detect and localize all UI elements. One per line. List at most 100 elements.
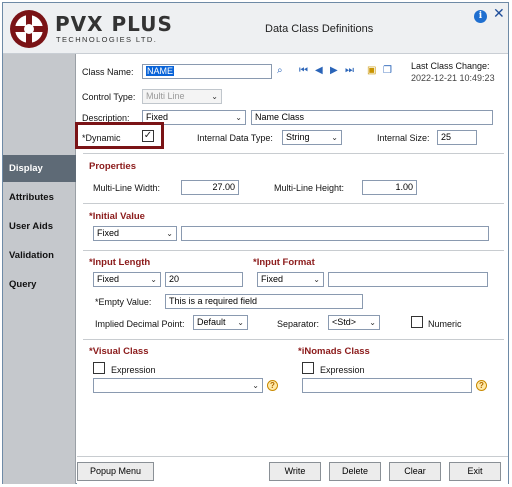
multi-line-width-value: 27.00 xyxy=(212,182,235,192)
header: PVX PLUS TECHNOLOGIES LTD. Data Class De… xyxy=(3,3,508,54)
input-length-mode: Fixed xyxy=(97,274,120,284)
visual-class-select[interactable]: ⌄ xyxy=(93,378,263,393)
input-format-input[interactable] xyxy=(328,272,488,287)
last-change-label: Last Class Change: xyxy=(411,61,490,71)
chevron-down-icon: ⌄ xyxy=(313,275,320,284)
input-format-mode: Fixed xyxy=(261,274,284,284)
divider xyxy=(83,153,504,154)
initial-value-input[interactable] xyxy=(181,226,489,241)
inomads-class-input[interactable] xyxy=(302,378,472,393)
pvx-logo xyxy=(10,10,48,48)
internal-data-type-select[interactable]: String ⌄ xyxy=(282,130,342,145)
last-record-icon[interactable]: ⏭ xyxy=(345,65,354,77)
input-length-input[interactable]: 20 xyxy=(165,272,243,287)
logo-title: PVX PLUS xyxy=(55,12,173,36)
logo-subtitle: TECHNOLOGIES LTD. xyxy=(56,35,158,44)
multi-line-height-value: 1.00 xyxy=(395,182,413,192)
chevron-down-icon: ⌄ xyxy=(211,92,218,101)
clear-button[interactable]: Clear xyxy=(389,462,441,481)
multi-line-height-label: Multi-Line Height: xyxy=(274,183,345,193)
help-icon[interactable]: ? xyxy=(476,380,487,391)
description-input[interactable]: Name Class xyxy=(251,110,493,125)
popup-menu-button[interactable]: Popup Menu xyxy=(77,462,154,481)
new-record-icon[interactable]: ▣ xyxy=(367,65,376,77)
chevron-down-icon: ⌄ xyxy=(252,381,259,390)
chevron-down-icon: ⌄ xyxy=(235,113,242,122)
visual-expression-checkbox[interactable] xyxy=(93,362,105,374)
description-mode-value: Fixed xyxy=(146,112,169,122)
class-name-value: NAME xyxy=(146,66,175,76)
main-panel: Class Name: NAME ⌕ ⏮ ◀ ▶ ⏭ ▣ ❐ Last Clas… xyxy=(77,54,508,484)
implied-decimal-select[interactable]: Default ⌄ xyxy=(193,315,248,330)
input-length-title: *Input Length xyxy=(89,257,151,268)
chevron-down-icon: ⌄ xyxy=(237,318,244,327)
input-length-mode-select[interactable]: Fixed ⌄ xyxy=(93,272,161,287)
sidebar-item-attributes[interactable]: Attributes xyxy=(3,184,76,211)
binoculars-icon[interactable]: ⌕ xyxy=(277,65,283,77)
chevron-down-icon: ⌄ xyxy=(150,275,157,284)
input-length-value: 20 xyxy=(169,274,180,284)
sidebar: Display Attributes User Aids Validation … xyxy=(3,54,76,484)
initial-value-title: *Initial Value xyxy=(89,211,145,222)
internal-size-input[interactable]: 25 xyxy=(437,130,477,145)
chevron-down-icon: ⌄ xyxy=(331,133,338,142)
internal-size-value: 25 xyxy=(441,132,452,142)
copy-icon[interactable]: ❐ xyxy=(383,65,392,77)
empty-value-value: This is a required field xyxy=(169,296,258,306)
initial-value-mode-select[interactable]: Fixed ⌄ xyxy=(93,226,177,241)
window-title: Data Class Definitions xyxy=(265,23,374,35)
sidebar-item-user-aids[interactable]: User Aids xyxy=(3,213,76,240)
divider xyxy=(83,203,504,204)
empty-value-input[interactable]: This is a required field xyxy=(165,294,363,309)
implied-decimal-label: Implied Decimal Point: xyxy=(95,319,185,329)
sidebar-item-query[interactable]: Query xyxy=(3,271,76,298)
delete-button[interactable]: Delete xyxy=(329,462,381,481)
visual-expression-label: Expression xyxy=(111,365,156,375)
next-record-icon[interactable]: ▶ xyxy=(330,65,338,77)
multi-line-height-input[interactable]: 1.00 xyxy=(362,180,417,195)
empty-value-label: *Empty Value: xyxy=(95,297,152,307)
initial-value-mode: Fixed xyxy=(97,228,120,238)
separator-value: <Std> xyxy=(332,317,357,327)
multi-line-width-input[interactable]: 27.00 xyxy=(181,180,239,195)
help-icon[interactable]: ? xyxy=(267,380,278,391)
visual-class-title: *Visual Class xyxy=(89,346,149,357)
window: PVX PLUS TECHNOLOGIES LTD. Data Class De… xyxy=(2,2,509,484)
control-type-value: Multi Line xyxy=(146,91,185,101)
separator-select[interactable]: <Std> ⌄ xyxy=(328,315,380,330)
input-format-mode-select[interactable]: Fixed ⌄ xyxy=(257,272,324,287)
internal-data-type-value: String xyxy=(286,132,310,142)
divider xyxy=(83,339,504,340)
inomads-expression-label: Expression xyxy=(320,365,365,375)
chevron-down-icon: ⌄ xyxy=(369,318,376,327)
first-record-icon[interactable]: ⏮ xyxy=(299,65,308,77)
inomads-expression-checkbox[interactable] xyxy=(302,362,314,374)
previous-record-icon[interactable]: ◀ xyxy=(315,65,323,77)
last-change-value: 2022-12-21 10:49:23 xyxy=(411,73,495,83)
description-value: Name Class xyxy=(255,112,305,122)
class-name-label: Class Name: xyxy=(82,67,134,77)
input-format-title: *Input Format xyxy=(253,257,315,268)
control-type-label: Control Type: xyxy=(82,92,136,102)
class-name-input[interactable]: NAME xyxy=(142,64,272,79)
internal-data-type-label: Internal Data Type: xyxy=(197,133,273,143)
chevron-down-icon: ⌄ xyxy=(166,229,173,238)
multi-line-width-label: Multi-Line Width: xyxy=(93,183,161,193)
properties-title: Properties xyxy=(89,161,136,172)
control-type-select[interactable]: Multi Line ⌄ xyxy=(142,89,222,104)
inomads-class-title: *iNomads Class xyxy=(298,346,370,357)
dynamic-highlight xyxy=(75,122,164,149)
internal-size-label: Internal Size: xyxy=(377,133,430,143)
sidebar-item-display[interactable]: Display xyxy=(3,155,76,182)
numeric-checkbox[interactable] xyxy=(411,316,423,328)
sidebar-item-validation[interactable]: Validation xyxy=(3,242,76,269)
separator-label: Separator: xyxy=(277,319,320,329)
footer-divider xyxy=(77,456,508,457)
implied-decimal-value: Default xyxy=(197,317,226,327)
info-icon[interactable]: i xyxy=(474,10,487,23)
write-button[interactable]: Write xyxy=(269,462,321,481)
divider xyxy=(83,250,504,251)
numeric-label: Numeric xyxy=(428,319,462,329)
exit-button[interactable]: Exit xyxy=(449,462,501,481)
close-icon[interactable]: ✕ xyxy=(493,6,505,20)
